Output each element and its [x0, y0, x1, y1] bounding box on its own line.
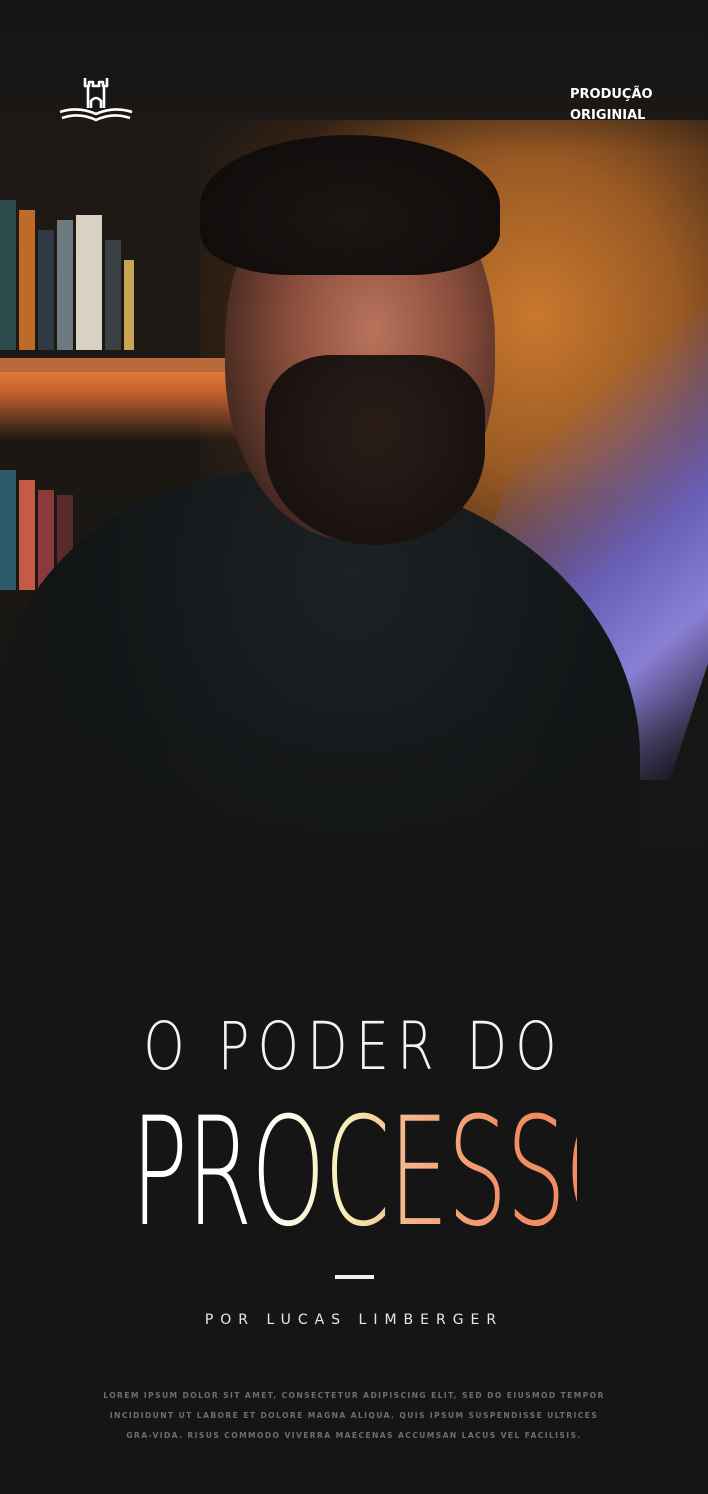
book	[124, 260, 134, 350]
byline: POR LUCAS LIMBERGER	[204, 1312, 504, 1328]
book	[0, 470, 16, 590]
book	[38, 230, 54, 350]
book	[57, 220, 73, 350]
shelf-glow	[0, 360, 240, 440]
title-line2: PROCESSO	[130, 1086, 639, 1260]
person-hair	[200, 135, 500, 275]
book	[19, 210, 35, 350]
divider	[335, 1275, 374, 1279]
book	[19, 480, 35, 590]
bookshelf-upper	[0, 200, 134, 350]
book	[0, 200, 16, 350]
title-line1: O PODER DO	[143, 1008, 565, 1085]
book	[76, 215, 102, 350]
poster: PRODUÇÃO ORIGINIAL O PODER DO PROCESSO P…	[0, 0, 708, 1494]
badge-line1: PRODUÇÃO	[570, 87, 653, 102]
person-beard	[265, 355, 485, 545]
castle-book-icon	[59, 78, 133, 122]
shelf-board	[0, 358, 230, 372]
original-production-badge: PRODUÇÃO ORIGINIAL	[570, 84, 680, 126]
bottom-fade	[0, 700, 708, 990]
badge-line2: ORIGINIAL	[570, 108, 646, 123]
hero-photo	[0, 0, 708, 990]
book	[105, 240, 121, 350]
description-text: LOREM IPSUM DOLOR SIT AMET, CONSECTETUR …	[103, 1391, 605, 1440]
